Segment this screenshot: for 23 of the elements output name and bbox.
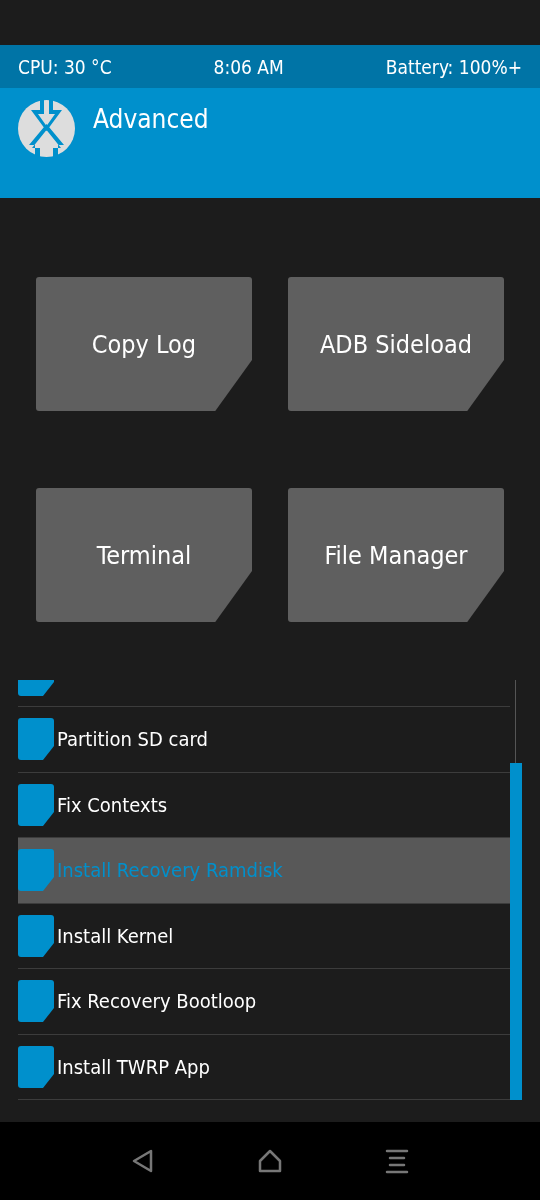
action-button[interactable]: Terminal xyxy=(36,488,252,622)
list-item[interactable]: Install Kernel xyxy=(18,903,510,969)
list-item[interactable]: Fix Recovery Bootloop xyxy=(18,969,510,1035)
action-button[interactable]: Copy Log xyxy=(36,277,252,411)
checkbox-icon xyxy=(18,783,54,826)
checkbox-icon xyxy=(18,680,54,696)
checkbox-icon xyxy=(18,1045,54,1088)
scrollbar-thumb[interactable] xyxy=(510,763,522,1100)
action-button[interactable]: File Manager xyxy=(288,488,504,622)
clock: 8:06 AM xyxy=(213,55,284,78)
list-item[interactable]: Partition SD card xyxy=(18,707,510,773)
checkbox-icon xyxy=(18,849,54,892)
screen-title: Advanced xyxy=(93,104,209,134)
menu-icon[interactable] xyxy=(383,1148,410,1174)
action-button[interactable]: ADB Sideload xyxy=(288,277,504,411)
cpu-temperature: CPU: 30 °C xyxy=(18,55,112,78)
logo-icon xyxy=(18,100,75,157)
checkbox-icon xyxy=(18,718,54,761)
checkbox-icon xyxy=(18,980,54,1023)
battery-level: Battery: 100%+ xyxy=(385,55,522,78)
list-item[interactable]: Install TWRP App xyxy=(18,1034,510,1100)
checkbox-icon xyxy=(18,914,54,957)
home-icon[interactable] xyxy=(257,1148,283,1174)
